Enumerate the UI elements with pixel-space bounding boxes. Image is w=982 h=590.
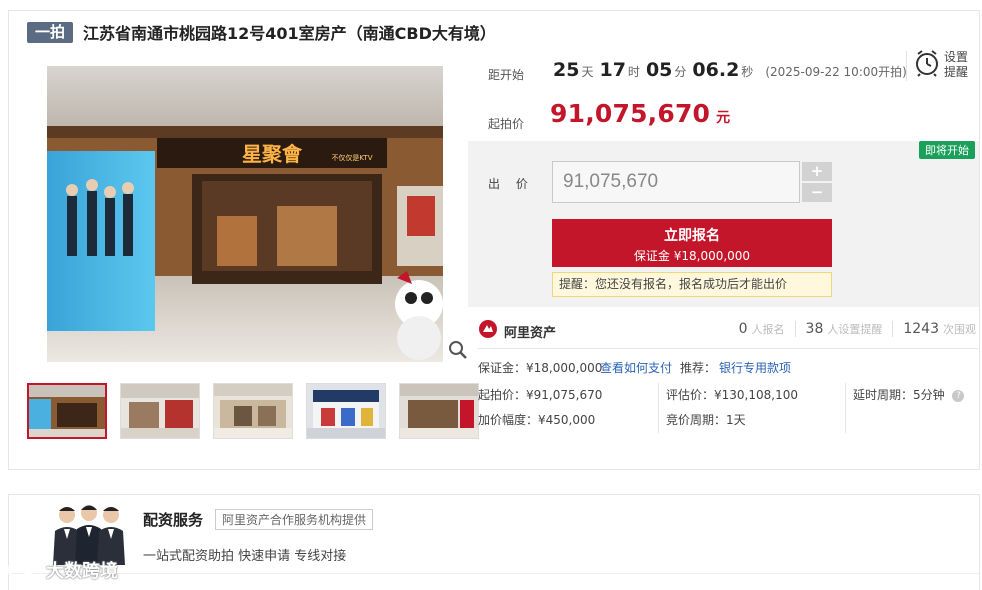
alarm-clock-icon bbox=[914, 49, 940, 81]
main-property-photo[interactable]: 星聚會 不仅仅是KTV bbox=[47, 66, 443, 362]
start-price-label: 起拍价 bbox=[488, 117, 525, 131]
views-count: 1243 bbox=[903, 321, 939, 337]
storefront-subsign: 不仅仅是KTV bbox=[331, 153, 372, 162]
countdown-days-unit: 天 bbox=[581, 65, 594, 79]
countdown-seconds: 06.2 bbox=[692, 59, 740, 81]
increase-bid-button[interactable]: + bbox=[802, 162, 832, 181]
bank-loan-link[interactable]: 银行专用款项 bbox=[719, 359, 791, 376]
countdown-minutes: 05 bbox=[645, 59, 673, 81]
views-unit: 次围观 bbox=[943, 323, 976, 336]
thumbnail-strip bbox=[27, 383, 479, 439]
countdown-label: 距开始 bbox=[488, 68, 525, 82]
ali-assets-logo[interactable]: 阿里资产 bbox=[478, 319, 556, 343]
auction-type-tag: 一拍 bbox=[27, 21, 74, 43]
bidding-cycle-info: 竞价周期：1天 bbox=[666, 413, 746, 427]
thumbnail-3[interactable] bbox=[213, 383, 293, 439]
register-deposit-label: 保证金 ¥18,000,000 bbox=[633, 249, 751, 263]
countdown-price-panel: 距开始 25 天 17 时 05 分 06.2 秒 (2025-09-22 10… bbox=[468, 49, 980, 141]
appraisal-price-info: 评估价：¥130,108,100 bbox=[666, 388, 798, 402]
ali-assets-logo-text: 阿里资产 bbox=[504, 325, 557, 341]
auction-stats: 0 人报名 38 人设置提醒 1243 次围观 bbox=[739, 321, 976, 337]
start-price-info: 起拍价：¥91,075,670 bbox=[478, 388, 603, 402]
help-icon[interactable]: ? bbox=[952, 389, 965, 402]
decrease-bid-button[interactable]: − bbox=[802, 183, 832, 202]
thumbnail-4[interactable] bbox=[306, 383, 386, 439]
extension-period-text: 延时周期：5分钟 bbox=[853, 388, 945, 402]
extension-period-info: 延时周期：5分钟 ? bbox=[853, 386, 965, 403]
register-button-label: 立即报名 bbox=[664, 228, 720, 244]
financing-title: 配资服务 bbox=[143, 511, 204, 529]
reminders-unit: 人设置提醒 bbox=[827, 323, 883, 336]
bid-panel: 即将开始 出 价 91,075,670 + − 立即报名 保证金 ¥18,000… bbox=[468, 141, 979, 307]
financing-provider-badge: 阿里资产合作服务机构提供 bbox=[215, 509, 374, 530]
alarm-divider bbox=[906, 51, 907, 81]
thumbnail-1[interactable] bbox=[27, 383, 107, 439]
registration-reminder: 提醒：您还没有报名，报名成功后才能出价 bbox=[552, 272, 832, 297]
bid-stepper: + − bbox=[802, 162, 832, 204]
bid-amount-input[interactable]: 91,075,670 bbox=[552, 161, 800, 203]
watermark-text: 大数跨境 bbox=[46, 560, 118, 582]
thumbnail-2[interactable] bbox=[120, 383, 200, 439]
start-price: 91,075,670 元 bbox=[550, 99, 730, 128]
countdown-days: 25 bbox=[553, 59, 580, 81]
start-price-unit: 元 bbox=[716, 110, 731, 126]
watermark-logo-icon bbox=[6, 556, 47, 583]
countdown-minutes-unit: 分 bbox=[674, 65, 687, 79]
financing-description: 一站式配资助拍 快速申请 专线对接 bbox=[143, 549, 347, 564]
auction-start-time: (2025-09-22 10:00开拍) bbox=[765, 65, 907, 79]
title-row: 一拍 江苏省南通市桃园路12号401室房产（南通CBD大有境） bbox=[27, 21, 496, 43]
bid-label: 出 价 bbox=[488, 177, 534, 191]
thumbnail-5[interactable] bbox=[399, 383, 479, 439]
page-title: 江苏省南通市桃园路12号401室房产（南通CBD大有境） bbox=[83, 24, 496, 43]
status-badge: 即将开始 bbox=[919, 141, 975, 159]
storefront-sign: 星聚會 bbox=[242, 142, 303, 166]
set-reminder-button[interactable]: 设置提醒 bbox=[906, 49, 972, 81]
reminders-count: 38 bbox=[805, 321, 824, 337]
registrations-unit: 人报名 bbox=[751, 323, 785, 336]
column-divider bbox=[845, 383, 846, 433]
platform-row: 阿里资产 0 人报名 38 人设置提醒 1243 次围观 bbox=[478, 315, 978, 349]
countdown-hours: 17 bbox=[599, 59, 626, 81]
start-price-value: 91,075,670 bbox=[550, 99, 711, 128]
increment-info: 加价幅度：¥450,000 bbox=[478, 413, 596, 427]
auction-card: 一拍 江苏省南通市桃园路12号401室房产（南通CBD大有境） 星聚會 不仅仅是… bbox=[8, 10, 980, 470]
registrations-count: 0 bbox=[738, 321, 748, 337]
how-to-pay-link[interactable]: 查看如何支付 bbox=[600, 359, 672, 376]
watermark: 大数跨境 bbox=[6, 556, 118, 583]
column-divider bbox=[658, 383, 659, 433]
deposit-info: 保证金：¥18,000,000 bbox=[478, 361, 603, 375]
ali-assets-logo-icon bbox=[478, 319, 498, 343]
countdown-hours-unit: 时 bbox=[627, 65, 640, 79]
divider bbox=[9, 573, 981, 574]
countdown-seconds-unit: 秒 bbox=[741, 65, 754, 79]
countdown-timer: 25 天 17 时 05 分 06.2 秒 (2025-09-22 10:00开… bbox=[553, 59, 907, 81]
zoom-icon[interactable] bbox=[447, 339, 469, 361]
recommend-label: 推荐： bbox=[680, 361, 717, 375]
financing-service-card: 配资服务 阿里资产合作服务机构提供 一站式配资助拍 快速申请 专线对接 bbox=[8, 494, 981, 590]
register-button[interactable]: 立即报名 保证金 ¥18,000,000 bbox=[552, 219, 832, 267]
stat-divider bbox=[892, 321, 894, 337]
set-reminder-label: 设置提醒 bbox=[944, 50, 969, 79]
stat-divider bbox=[794, 321, 796, 337]
